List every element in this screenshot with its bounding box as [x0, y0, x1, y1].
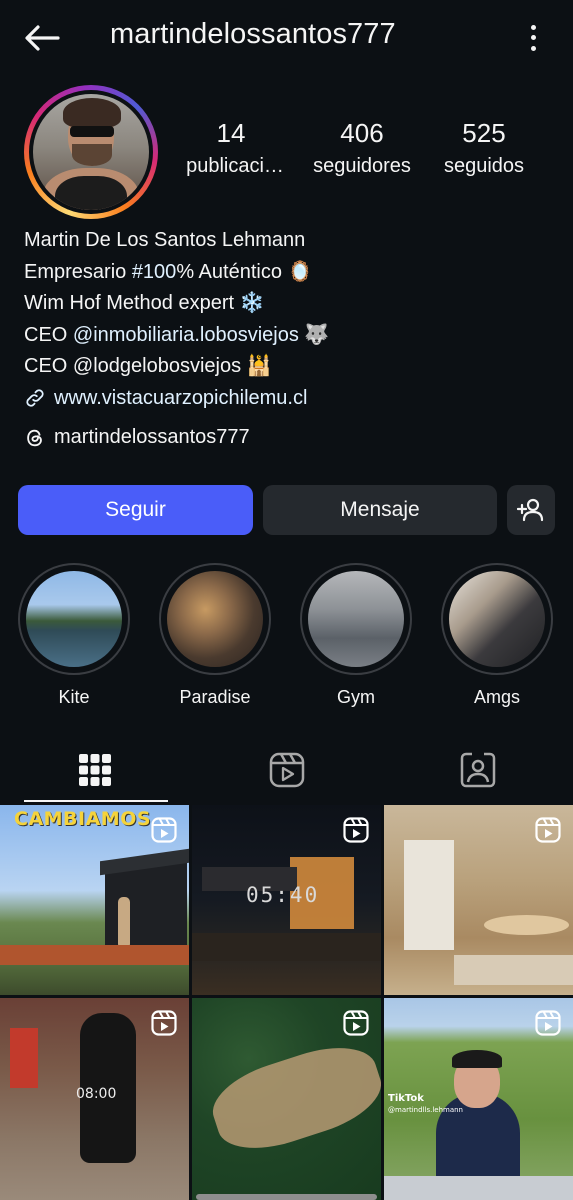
- suggested-users-button[interactable]: [507, 485, 555, 535]
- stat-followers-label: seguidores: [313, 155, 411, 177]
- bio-line-2: Wim Hof Method expert ❄️: [24, 292, 265, 314]
- reel-indicator-icon: [535, 1010, 561, 1036]
- posts-grid: CAMBIAMOS 05:40 08:00 TikTok @martindlls…: [0, 805, 573, 1200]
- profile-bio: Martin De Los Santos Lehmann Empresario …: [24, 225, 329, 414]
- tab-posts-grid[interactable]: [35, 738, 155, 802]
- message-button[interactable]: Mensaje: [263, 485, 497, 535]
- avatar: [33, 94, 149, 210]
- mention-link[interactable]: @inmobiliaria.lobosviejos: [73, 324, 299, 346]
- post-tile-4[interactable]: 08:00: [0, 998, 189, 1200]
- profile-full-name: Martin De Los Santos Lehmann: [24, 229, 306, 251]
- stat-posts-count: 14: [216, 118, 246, 148]
- bio-website-link[interactable]: www.vistacuarzopichilemu.cl: [24, 383, 329, 415]
- stat-following-count: 525: [462, 118, 506, 148]
- profile-avatar-story-ring[interactable]: [24, 85, 158, 219]
- highlight-paradise-label: Paradise: [179, 687, 251, 707]
- highlight-kite[interactable]: Kite: [18, 563, 130, 708]
- reels-icon: [269, 752, 305, 788]
- active-tab-indicator: [24, 800, 168, 802]
- reel-indicator-icon: [151, 817, 177, 843]
- highlight-kite-label: Kite: [58, 687, 90, 707]
- arrow-left-icon: [25, 25, 60, 51]
- reel-indicator-icon: [343, 817, 369, 843]
- stat-following-label: seguidos: [443, 155, 525, 177]
- highlight-amgs-image: [449, 571, 545, 667]
- system-home-indicator[interactable]: [196, 1194, 377, 1200]
- post-tile-6[interactable]: TikTok @martindlls.lehmann: [384, 998, 573, 1200]
- profile-username: martindelossantos777: [110, 18, 396, 50]
- post-tile-3[interactable]: [384, 805, 573, 995]
- more-vertical-icon: [530, 24, 536, 30]
- highlight-paradise[interactable]: Paradise: [159, 563, 271, 708]
- post-overlay-text: 08:00: [76, 1086, 117, 1102]
- follow-button[interactable]: Seguir: [18, 485, 253, 535]
- tiktok-handle: @martindlls.lehmann: [388, 1106, 463, 1114]
- bio-line-3: CEO @inmobiliaria.lobosviejos 🐺: [24, 323, 330, 346]
- threads-profile-link[interactable]: martindelossantos777: [24, 426, 250, 449]
- top-bar: martindelossantos777: [0, 0, 573, 76]
- profile-content-tabs: [0, 738, 573, 802]
- highlight-kite-image: [26, 571, 122, 667]
- stat-followers-count: 406: [340, 118, 384, 148]
- tab-reels[interactable]: [227, 738, 347, 802]
- tiktok-watermark: TikTok: [388, 1093, 424, 1104]
- highlight-paradise-image: [167, 571, 263, 667]
- post-overlay-text: CAMBIAMOS: [14, 808, 152, 830]
- more-options-button[interactable]: [527, 22, 539, 54]
- stat-following[interactable]: 525 seguidos: [429, 118, 539, 178]
- post-tile-1[interactable]: CAMBIAMOS: [0, 805, 189, 995]
- profile-stats: 14 publicaci… 406 seguidores 525 seguido…: [180, 118, 560, 178]
- hashtag-link[interactable]: #100: [132, 261, 177, 283]
- highlight-gym-label: Gym: [337, 687, 375, 707]
- stat-posts-label: publicaci…: [186, 155, 284, 177]
- grid-icon: [79, 754, 111, 786]
- bio-line-1: Empresario #100% Auténtico 🪞: [24, 260, 313, 283]
- stat-followers[interactable]: 406 seguidores: [297, 118, 427, 178]
- highlight-amgs-label: Amgs: [473, 687, 520, 707]
- stat-posts[interactable]: 14 publicaci…: [175, 118, 295, 178]
- reel-indicator-icon: [151, 1010, 177, 1036]
- highlight-gym-image: [308, 571, 404, 667]
- reel-indicator-icon: [535, 817, 561, 843]
- threads-icon: [27, 429, 42, 446]
- post-tile-5[interactable]: [192, 998, 381, 1200]
- reel-indicator-icon: [343, 1010, 369, 1036]
- tagged-icon: [460, 752, 496, 788]
- tab-tagged[interactable]: [418, 738, 538, 802]
- add-user-icon: [517, 498, 544, 522]
- bio-line-4: CEO @lodgelobosviejos 🕌: [24, 355, 272, 377]
- highlight-gym[interactable]: Gym: [300, 563, 412, 708]
- threads-username: martindelossantos777: [54, 426, 250, 448]
- post-overlay-text: 05:40: [246, 883, 320, 907]
- back-button[interactable]: [22, 20, 62, 56]
- highlight-amgs[interactable]: Amgs: [441, 563, 553, 708]
- post-tile-2[interactable]: 05:40: [192, 805, 381, 995]
- link-icon: [26, 389, 44, 407]
